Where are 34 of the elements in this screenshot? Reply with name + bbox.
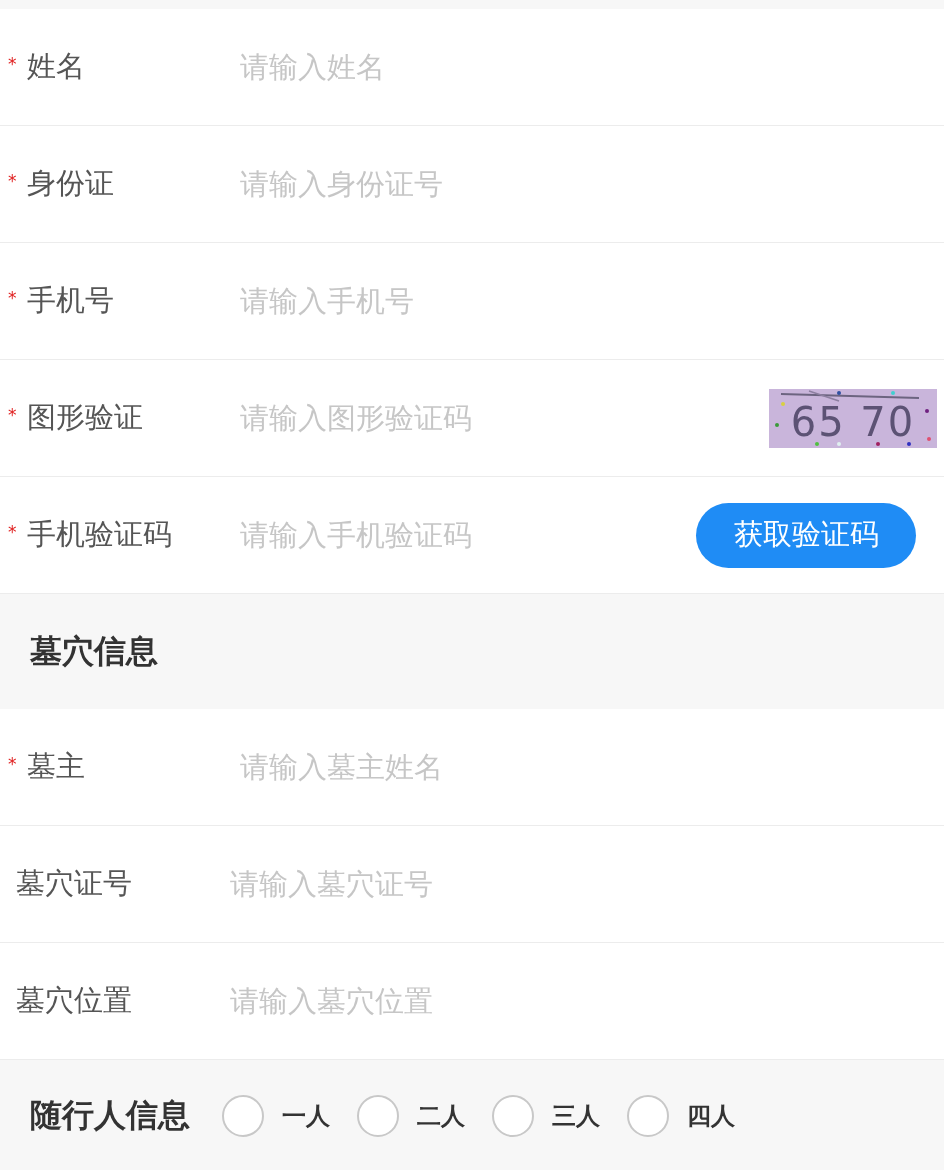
- input-field[interactable]: 请输入姓名: [240, 45, 944, 89]
- required-asterisk: *: [8, 754, 18, 774]
- required-asterisk: *: [8, 522, 18, 542]
- required-asterisk: *: [8, 405, 18, 425]
- input-field[interactable]: 请输入手机验证码: [240, 513, 684, 557]
- required-asterisk: *: [8, 288, 18, 308]
- radio-button[interactable]: [627, 1094, 669, 1137]
- radio-button[interactable]: [357, 1094, 399, 1137]
- radio-button[interactable]: [492, 1094, 534, 1137]
- field-label: 墓主: [27, 748, 86, 785]
- input-field[interactable]: 请输入墓主姓名: [240, 745, 944, 789]
- required-asterisk: *: [8, 54, 18, 74]
- field-label: 姓名: [27, 48, 86, 85]
- input-field[interactable]: 请输入图形验证码: [240, 396, 757, 440]
- field-label: 手机号: [27, 282, 115, 319]
- field-label: 墓穴位置: [16, 982, 133, 1019]
- field-label: 身份证: [27, 165, 115, 202]
- radio-label: 二人: [417, 1100, 465, 1132]
- radio-label: 一人: [282, 1100, 330, 1132]
- field-label: 手机验证码: [27, 516, 173, 553]
- section-heading: 墓穴信息: [30, 630, 158, 672]
- get-code-button[interactable]: 获取验证码: [696, 502, 916, 568]
- input-field[interactable]: 请输入墓穴位置: [230, 979, 944, 1023]
- radio-label: 四人: [687, 1100, 735, 1132]
- section-heading: 随行人信息: [30, 1094, 190, 1136]
- field-label: 墓穴证号: [16, 865, 133, 902]
- input-field[interactable]: 请输入墓穴证号: [230, 862, 944, 906]
- input-field[interactable]: 请输入手机号: [240, 279, 944, 323]
- captcha-image[interactable]: 65 70: [769, 388, 937, 448]
- field-label: 图形验证: [27, 399, 144, 436]
- required-asterisk: *: [8, 171, 18, 191]
- radio-button[interactable]: [222, 1094, 264, 1137]
- radio-label: 三人: [552, 1100, 600, 1132]
- input-field[interactable]: 请输入身份证号: [240, 162, 944, 206]
